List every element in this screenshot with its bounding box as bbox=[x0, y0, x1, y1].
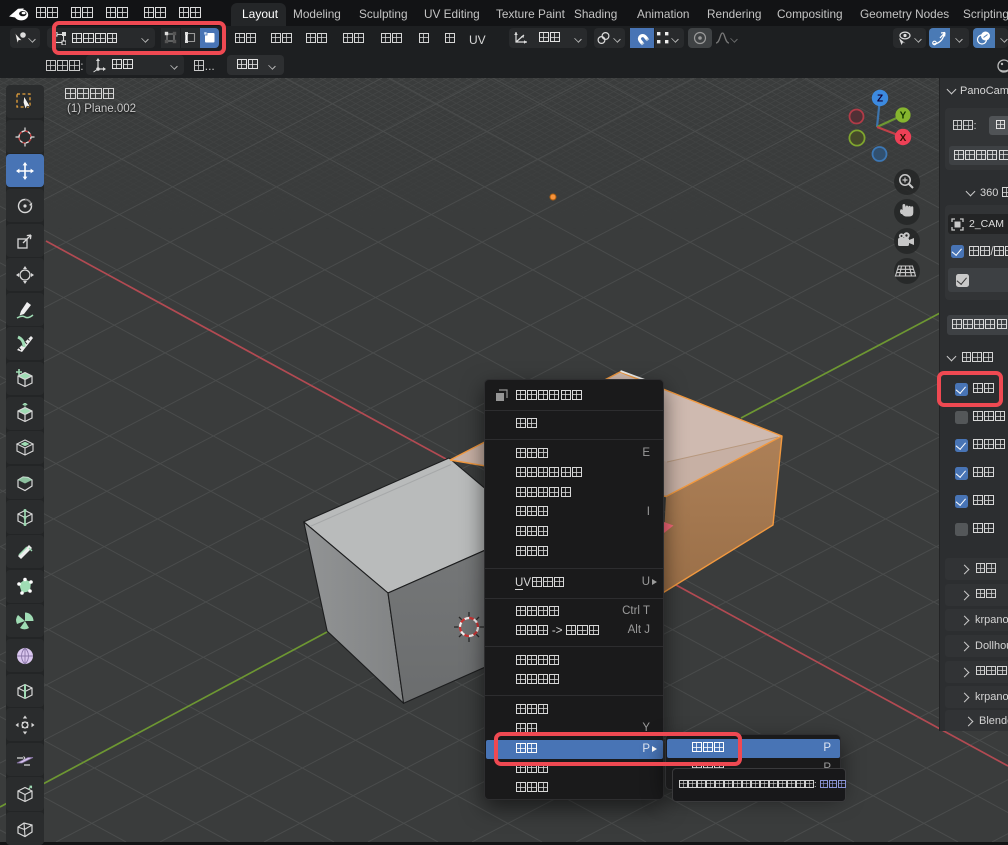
svg-text:X: X bbox=[900, 133, 907, 144]
svg-text:Z: Z bbox=[877, 94, 883, 105]
svg-text:Y: Y bbox=[900, 111, 907, 122]
